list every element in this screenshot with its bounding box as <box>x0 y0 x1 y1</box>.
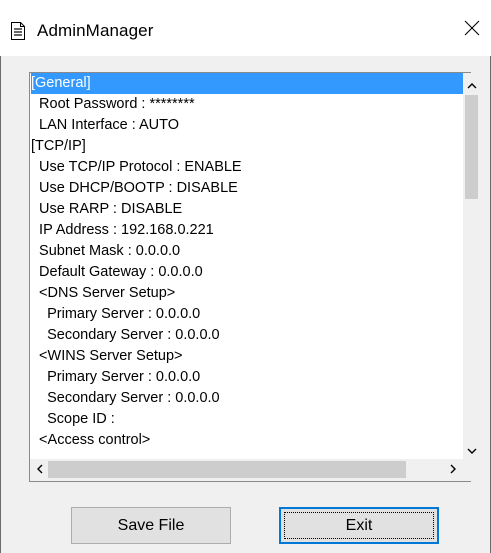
list-item[interactable]: LAN Interface : AUTO <box>31 115 463 136</box>
list-item[interactable]: Primary Server : 0.0.0.0 <box>31 304 463 325</box>
list-item[interactable]: Default Gateway : 0.0.0.0 <box>31 262 463 283</box>
list-item[interactable]: <DNS Server Setup> <box>31 283 463 304</box>
horizontal-scroll-thumb[interactable] <box>48 461 406 478</box>
list-item[interactable]: Scope ID : <box>31 409 463 430</box>
exit-button[interactable]: Exit <box>279 507 439 544</box>
chevron-down-icon <box>467 442 477 460</box>
list-item[interactable]: [General] <box>31 73 463 94</box>
scroll-left-button[interactable] <box>31 461 48 478</box>
scroll-up-button[interactable] <box>463 76 480 93</box>
settings-list: [General] Root Password : ******** LAN I… <box>31 73 469 459</box>
vertical-scroll-thumb[interactable] <box>465 95 478 199</box>
list-item[interactable]: Secondary Server : 0.0.0.0 <box>31 388 463 409</box>
save-file-button[interactable]: Save File <box>71 507 231 544</box>
list-item[interactable]: Primary Server : 0.0.0.0 <box>31 367 463 388</box>
scroll-right-button[interactable] <box>445 461 462 478</box>
window-title: AdminManager <box>37 21 154 40</box>
list-item[interactable]: <Access control> <box>31 430 463 451</box>
list-item[interactable]: Secondary Server : 0.0.0.0 <box>31 325 463 346</box>
list-item[interactable]: Subnet Mask : 0.0.0.0 <box>31 241 463 262</box>
title-bar[interactable]: AdminManager <box>0 0 491 56</box>
window-border-left <box>0 0 1 553</box>
settings-listbox[interactable]: [General] Root Password : ******** LAN I… <box>29 72 471 482</box>
chevron-left-icon <box>36 461 43 479</box>
list-item[interactable]: [TCP/IP] <box>31 136 463 157</box>
document-icon <box>11 22 25 40</box>
list-item[interactable]: Use DHCP/BOOTP : DISABLE <box>31 178 463 199</box>
close-icon <box>464 20 480 41</box>
focus-rectangle <box>284 512 434 539</box>
save-file-label: Save File <box>117 516 185 534</box>
chevron-right-icon <box>450 461 457 479</box>
close-button[interactable] <box>456 14 488 46</box>
list-item[interactable]: Use TCP/IP Protocol : ENABLE <box>31 157 463 178</box>
list-item[interactable]: Root Password : ******** <box>31 94 463 115</box>
scrollbar-corner <box>463 459 480 481</box>
list-item[interactable]: <WINS Server Setup> <box>31 346 463 367</box>
list-item[interactable]: Use RARP : DISABLE <box>31 199 463 220</box>
list-item[interactable]: IP Address : 192.168.0.221 <box>31 220 463 241</box>
chevron-up-icon <box>467 76 477 94</box>
scroll-down-button[interactable] <box>463 442 480 459</box>
